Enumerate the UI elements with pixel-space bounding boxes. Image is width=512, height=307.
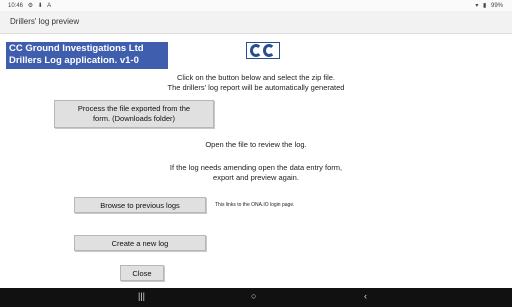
status-right: ▾ ▮ 99% [475,2,506,9]
back-icon[interactable]: ‹ [364,291,367,301]
logo-c-left [250,44,262,57]
text-icon: A [47,3,52,9]
instruction-line-2: The drillers' log report will be automat… [167,83,345,92]
create-new-log-button[interactable]: Create a new log [74,235,206,251]
instruction-line-1: Click on the button below and select the… [176,73,335,82]
process-file-button[interactable]: Process the file exported from the form.… [54,100,214,128]
browse-note: This links to the ONA.IO login page. [215,202,295,208]
navigation-bar: ||| ○ ‹ [0,288,512,307]
instruction-line-4: If the log needs amending open the data … [169,163,343,172]
logo-c-right [263,44,275,57]
status-bar: 10:46 ⚙ ⬇ A ▾ ▮ 99% [0,0,512,11]
app-title: Drillers' log preview [10,17,80,26]
browse-previous-logs-button[interactable]: Browse to previous logs [74,197,206,213]
battery-icon: ▮ [483,3,487,9]
app-bar: Drillers' log preview [0,11,512,34]
instruction-line-3: Open the file to review the log. [205,140,307,149]
header-banner: CC Ground Investigations Ltd Drillers Lo… [6,42,168,69]
header-line2: Drillers Log application. v1-0 [9,55,139,66]
download-icon: ⬇ [37,3,43,9]
status-left: 10:46 ⚙ ⬇ A [8,2,54,9]
home-icon[interactable]: ○ [251,291,256,301]
battery-percent: 99% [490,3,503,9]
settings-icon: ⚙ [27,3,34,9]
process-button-line1: Process the file exported from the [77,104,191,113]
process-button-line2: form. (Downloads folder) [92,114,176,123]
status-time: 10:46 [8,3,24,9]
close-button[interactable]: Close [120,265,164,281]
wifi-icon: ▾ [475,3,479,9]
company-logo [246,42,280,59]
header-line1: CC Ground Investigations Ltd [9,43,144,54]
instruction-line-5: export and preview again. [213,173,299,182]
recent-apps-icon[interactable]: ||| [138,291,145,301]
